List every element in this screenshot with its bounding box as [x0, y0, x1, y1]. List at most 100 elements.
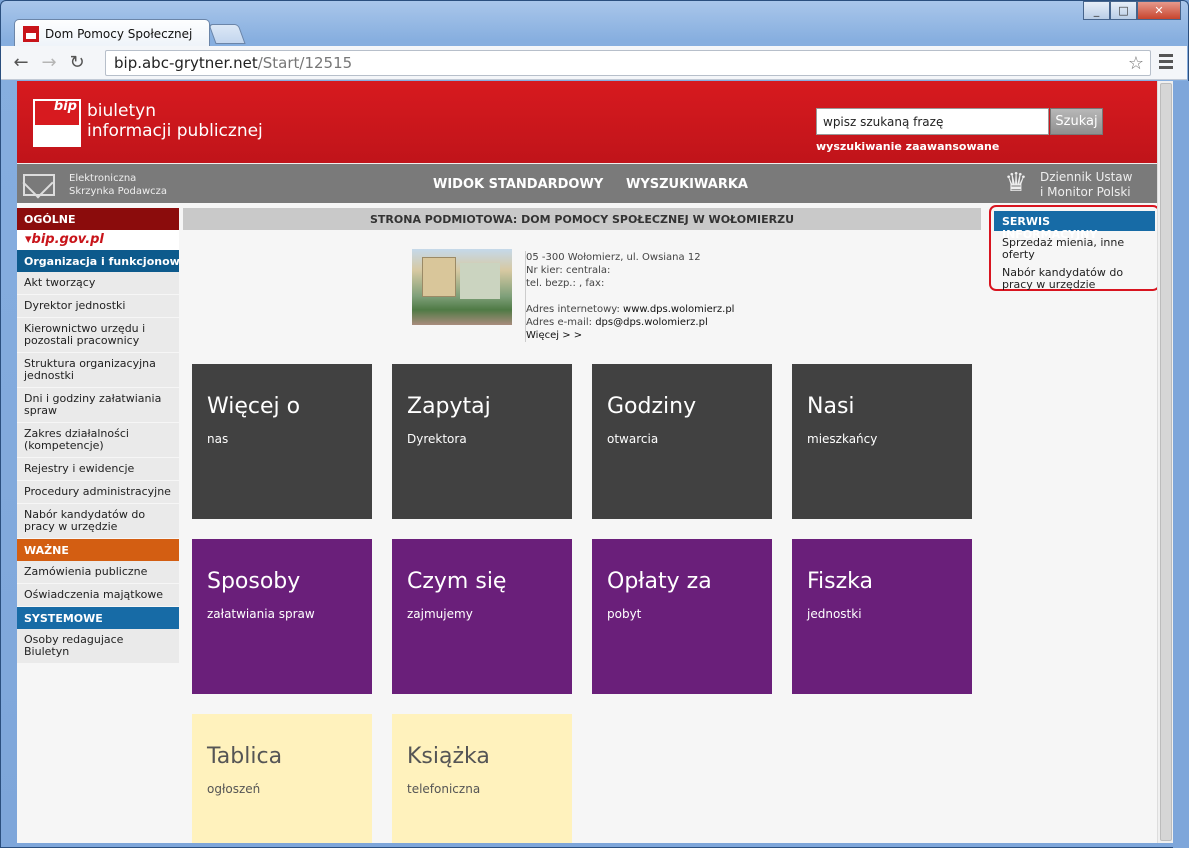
address-bar[interactable]: bip.abc-grytner.net/Start/12515 ☆: [105, 50, 1151, 76]
eagle-emblem-icon: ♛: [1004, 168, 1028, 198]
contact-info: 05 -300 Wołomierz, ul. Owsiana 12 Nr kie…: [525, 251, 734, 342]
dz-line1: Dziennik Ustaw: [1040, 170, 1133, 184]
sidebar-item[interactable]: Struktura organizacyjna jednostki: [17, 353, 179, 388]
logo-mark: bip: [53, 99, 77, 114]
bip-logo[interactable]: bip: [33, 99, 81, 147]
sidebar-header-system: SYSTEMOWE: [17, 607, 179, 629]
sidebar-header-general: OGÓLNE: [17, 208, 179, 230]
phone-free: tel. bezp.: , fax:: [526, 278, 605, 289]
web-label: Adres internetowy:: [526, 304, 620, 315]
sidebar-item[interactable]: Kierownictwo urzędu i pozostali pracowni…: [17, 318, 179, 353]
phone-main: Nr kier: centrala:: [526, 265, 611, 276]
minimize-button[interactable]: _: [1083, 1, 1110, 20]
search-input[interactable]: wpisz szukaną frazę: [816, 108, 1049, 135]
tile-title: Więcej o: [207, 394, 301, 419]
menu-icon[interactable]: [1159, 54, 1173, 72]
bip-gov-link[interactable]: ▾bip.gov.pl: [17, 230, 179, 250]
search-button[interactable]: Szukaj: [1050, 108, 1103, 135]
tab-title: Dom Pomocy Społecznej: [45, 26, 193, 41]
tile-title: Sposoby: [207, 569, 301, 594]
sidebar-item[interactable]: Akt tworzący: [17, 272, 179, 295]
logo-text: biuletyn informacji publicznej: [87, 101, 263, 141]
tile-subtitle: załatwiania spraw: [207, 607, 315, 621]
tile-title: Nasi: [807, 394, 855, 419]
bip-gov-text: bip.gov.pl: [31, 232, 104, 247]
tile-opening-hours[interactable]: Godziny otwarcia: [592, 364, 772, 519]
tile-title: Tablica: [207, 744, 283, 769]
dziennik-ustaw-link[interactable]: Dziennik Ustaw i Monitor Polski: [1040, 170, 1132, 200]
sidebar-item-organization[interactable]: Organizacja i funkcjonowanie: [17, 250, 179, 272]
logo-line2: informacji publicznej: [87, 121, 263, 141]
sidebar-item[interactable]: Rejestry i ewidencje: [17, 458, 179, 481]
building-photo: [412, 249, 512, 325]
sidebar-item[interactable]: Dni i godziny załatwiania spraw: [17, 388, 179, 423]
nav-search-engine[interactable]: WYSZUKIWARKA: [626, 177, 748, 192]
page-title: STRONA PODMIOTOWA: DOM POMOCY SPOŁECZNEJ…: [183, 208, 981, 230]
sidebar-item[interactable]: Oświadczenia majątkowe: [17, 584, 179, 607]
sidebar-item[interactable]: Zamówienia publiczne: [17, 561, 179, 584]
info-service-box: SERWIS INFORMACYJNY Sprzedaż mienia, inn…: [989, 205, 1157, 291]
tile-title: Godziny: [607, 394, 697, 419]
page-viewport: bip biuletyn informacji publicznej wpisz…: [17, 81, 1157, 843]
vertical-scrollbar[interactable]: [1157, 81, 1173, 843]
tile-notice-board[interactable]: Tablica ogłoszeń: [192, 714, 372, 843]
info-service-header: SERWIS INFORMACYJNY: [994, 211, 1155, 241]
tile-subtitle: otwarcia: [607, 432, 659, 446]
tile-title: Czym się: [407, 569, 507, 594]
forward-arrow-icon[interactable]: →: [35, 49, 63, 77]
sidebar-item[interactable]: Zakres działalności (kompetencje): [17, 423, 179, 458]
tile-subtitle: jednostki: [807, 607, 862, 621]
epuap-line2: Skrzynka Podawcza: [69, 186, 167, 197]
tile-subtitle: nas: [207, 432, 229, 446]
tile-procedures[interactable]: Sposoby załatwiania spraw: [192, 539, 372, 694]
back-arrow-icon[interactable]: ←: [7, 49, 35, 77]
url-host: bip.abc-grytner.net: [114, 54, 258, 72]
tile-residents[interactable]: Nasi mieszkańcy: [792, 364, 972, 519]
tile-subtitle: ogłoszeń: [207, 782, 261, 796]
left-sidebar: OGÓLNE ▾bip.gov.pl Organizacja i funkcjo…: [17, 208, 179, 664]
advanced-search-link[interactable]: wyszukiwanie zaawansowane: [816, 140, 999, 153]
logo-line1: biuletyn: [87, 101, 156, 121]
tile-title: Książka: [407, 744, 490, 769]
tile-fees[interactable]: Opłaty za pobyt: [592, 539, 772, 694]
close-button[interactable]: ✕: [1137, 1, 1181, 20]
tile-title: Fiszka: [807, 569, 874, 594]
tile-unit-card[interactable]: Fiszka jednostki: [792, 539, 972, 694]
tile-about[interactable]: Więcej o nas: [192, 364, 372, 519]
address: 05 -300 Wołomierz, ul. Owsiana 12: [526, 252, 701, 263]
nav-standard-view[interactable]: WIDOK STANDARDOWY: [433, 177, 603, 192]
tile-phone-book[interactable]: Książka telefoniczna: [392, 714, 572, 843]
more-link[interactable]: Więcej > >: [526, 330, 582, 341]
info-service-item[interactable]: Nabór kandydatów do pracy w urzędzie: [991, 261, 1157, 291]
sidebar-item[interactable]: Procedury administracyjne: [17, 481, 179, 504]
scrollbar-thumb[interactable]: [1160, 83, 1172, 841]
sidebar-item[interactable]: Dyrektor jednostki: [17, 295, 179, 318]
browser-toolbar: ← → ↻ bip.abc-grytner.net/Start/12515 ☆: [1, 46, 1187, 80]
info-service-item[interactable]: Sprzedaż mienia, inne oferty: [991, 231, 1157, 261]
tile-ask-director[interactable]: Zapytaj Dyrektora: [392, 364, 572, 519]
website-link[interactable]: www.dps.wolomierz.pl: [623, 304, 734, 315]
site-header: bip biuletyn informacji publicznej wpisz…: [17, 81, 1157, 163]
favicon-icon: [23, 25, 39, 42]
tile-what-we-do[interactable]: Czym się zajmujemy: [392, 539, 572, 694]
browser-tab[interactable]: Dom Pomocy Społecznej: [14, 19, 210, 47]
tile-subtitle: telefoniczna: [407, 782, 481, 796]
tile-subtitle: pobyt: [607, 607, 642, 621]
top-navigation: Elektroniczna Skrzynka Podawcza WIDOK ST…: [17, 163, 1157, 203]
envelope-icon[interactable]: [23, 174, 55, 196]
epuap-link[interactable]: Elektroniczna Skrzynka Podawcza: [69, 172, 167, 198]
window-controls: _ □ ✕: [1083, 1, 1181, 20]
email-label: Adres e-mail:: [526, 317, 593, 328]
tile-subtitle: mieszkańcy: [807, 432, 878, 446]
reload-icon[interactable]: ↻: [63, 49, 91, 77]
tile-subtitle: Dyrektora: [407, 432, 467, 446]
maximize-button[interactable]: □: [1110, 1, 1137, 20]
email-link[interactable]: dps@dps.wolomierz.pl: [595, 317, 708, 328]
url-path: /Start/12515: [257, 54, 353, 72]
sidebar-item[interactable]: Osoby redagujace Biuletyn: [17, 629, 179, 664]
bookmark-star-icon[interactable]: ☆: [1128, 53, 1144, 74]
sidebar-item[interactable]: Nabór kandydatów do pracy w urzędzie: [17, 504, 179, 539]
dz-line2: i Monitor Polski: [1040, 185, 1131, 199]
sidebar-header-important: WAŻNE: [17, 539, 179, 561]
tile-subtitle: zajmujemy: [407, 607, 473, 621]
